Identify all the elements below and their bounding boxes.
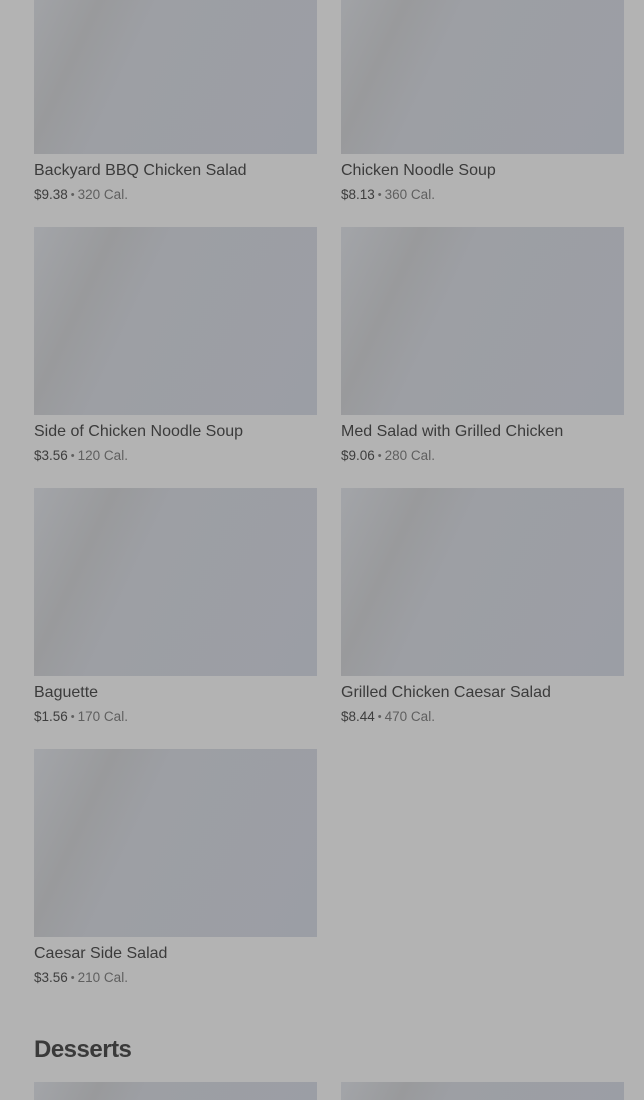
menu-item-price: $8.13 (341, 187, 375, 202)
menu-item-image[interactable] (34, 227, 317, 415)
separator-dot: • (377, 189, 382, 201)
separator-dot: • (70, 972, 75, 984)
menu-item-name: Chicken Noodle Soup (341, 162, 496, 179)
menu-item-calories: 360 Cal. (384, 187, 435, 202)
separator-dot: • (70, 189, 75, 201)
menu-item-meta: $9.38 • 320 Cal. (34, 186, 317, 204)
menu-item-price: $3.56 (34, 448, 68, 463)
menu-item-calories: 470 Cal. (384, 709, 435, 724)
menu-item-meta: $3.56 • 210 Cal. (34, 969, 317, 987)
menu-item-card[interactable]: Grilled Chicken Caesar Salad $8.44 • 470 C… (341, 488, 624, 726)
section-title-desserts: Desserts (34, 1036, 132, 1063)
menu-item-image[interactable] (34, 488, 317, 676)
menu-item-name: Grilled Chicken Caesar Salad (341, 684, 551, 701)
menu-item-calories: 120 Cal. (77, 448, 128, 463)
menu-item-meta: $8.44 • 470 Cal. (341, 708, 624, 726)
menu-item-image[interactable] (34, 749, 317, 937)
menu-item-name: Caesar Side Salad (34, 945, 168, 962)
menu-item-meta: $9.06 • 280 Cal. (341, 447, 624, 465)
menu-item-image[interactable] (341, 227, 624, 415)
menu-item-meta: $3.56 • 120 Cal. (34, 447, 317, 465)
separator-dot: • (70, 711, 75, 723)
menu-item-price: $3.56 (34, 970, 68, 985)
menu-item-card[interactable]: Backyard BBQ Chicken Salad $9.38 • 320 Cal… (34, 0, 317, 204)
dessert-item-image[interactable] (341, 1082, 624, 1100)
separator-dot: • (377, 450, 382, 462)
menu-item-name: Backyard BBQ Chicken Salad (34, 162, 247, 179)
menu-page: Backyard BBQ Chicken Salad $9.38 • 320 Cal… (0, 0, 644, 1100)
menu-item-card[interactable]: Caesar Side Salad $3.56 • 210 Cal. (34, 749, 317, 987)
menu-item-name: Baguette (34, 684, 99, 701)
menu-item-calories: 210 Cal. (77, 970, 128, 985)
menu-item-image[interactable] (341, 488, 624, 676)
separator-dot: • (70, 450, 75, 462)
menu-item-card[interactable]: Baguette $1.56 • 170 Cal. (34, 488, 317, 726)
menu-item-price: $9.06 (341, 448, 375, 463)
menu-item-card[interactable]: Med Salad with Grilled Chicken $9.06 • 280… (341, 227, 624, 465)
menu-item-meta: $1.56 • 170 Cal. (34, 708, 317, 726)
menu-item-name: Med Salad with Grilled Chicken (341, 423, 564, 440)
menu-item-meta: $8.13 • 360 Cal. (341, 186, 624, 204)
dessert-item-image[interactable] (34, 1082, 317, 1100)
menu-item-card[interactable]: Chicken Noodle Soup $8.13 • 360 Cal. (341, 0, 624, 204)
menu-item-calories: 280 Cal. (384, 448, 435, 463)
menu-item-price: $8.44 (341, 709, 375, 724)
menu-item-price: $9.38 (34, 187, 68, 202)
separator-dot: • (377, 711, 382, 723)
menu-item-price: $1.56 (34, 709, 68, 724)
menu-item-calories: 170 Cal. (77, 709, 128, 724)
menu-item-name: Side of Chicken Noodle Soup (34, 423, 244, 440)
menu-item-calories: 320 Cal. (77, 187, 128, 202)
menu-item-image[interactable] (34, 0, 317, 154)
menu-item-grid: Backyard BBQ Chicken Salad $9.38 • 320 Cal… (34, 0, 624, 987)
menu-item-card[interactable]: Side of Chicken Noodle Soup $3.56 • 120 Ca… (34, 227, 317, 465)
menu-item-image[interactable] (341, 0, 624, 154)
